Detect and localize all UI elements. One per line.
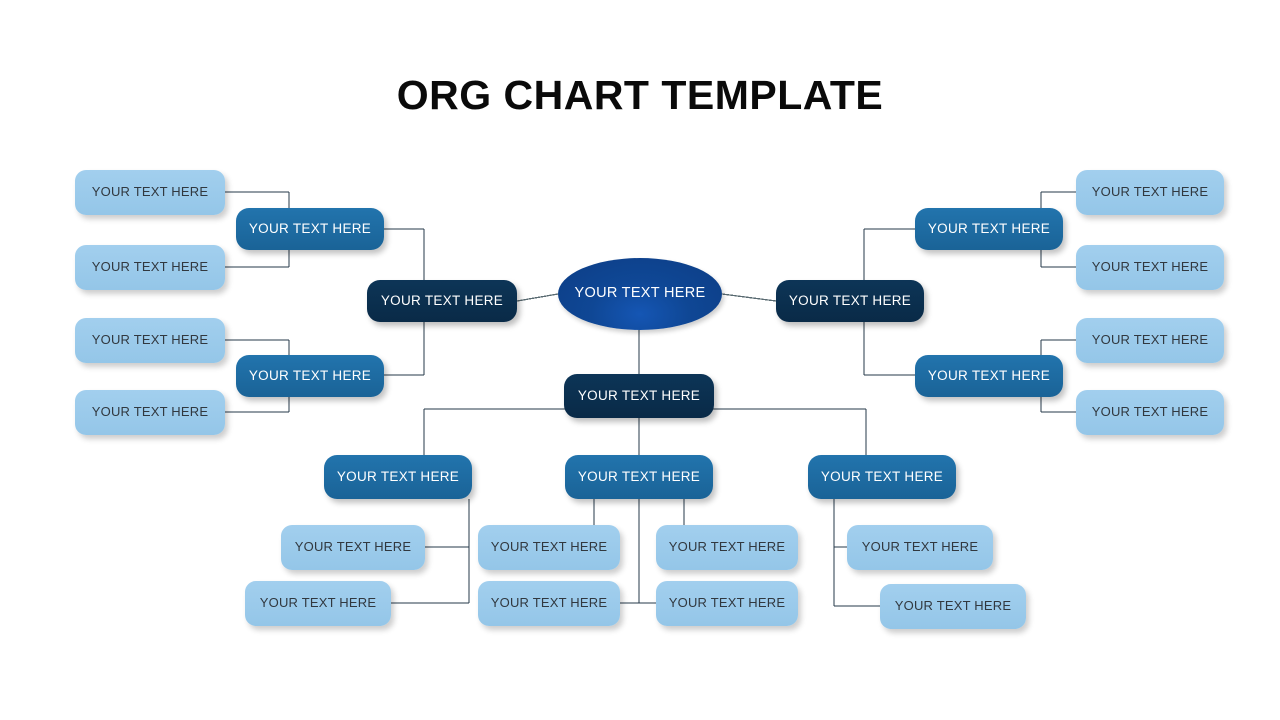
node-bottom-manager-label: YOUR TEXT HERE <box>577 387 701 403</box>
node-bottom-sub-left-label: YOUR TEXT HERE <box>336 468 460 484</box>
node-bottom-left-leaf-1[interactable]: YOUR TEXT HERE <box>281 525 425 570</box>
node-left-leaf-3[interactable]: YOUR TEXT HERE <box>75 318 225 363</box>
node-bottom-right-leaf-1-label: YOUR TEXT HERE <box>861 539 979 555</box>
node-left-sub-top-label: YOUR TEXT HERE <box>248 220 372 236</box>
node-right-leaf-3[interactable]: YOUR TEXT HERE <box>1076 318 1224 363</box>
node-left-leaf-2-label: YOUR TEXT HERE <box>91 259 209 275</box>
node-right-leaf-4-label: YOUR TEXT HERE <box>1091 404 1209 420</box>
node-right-leaf-2[interactable]: YOUR TEXT HERE <box>1076 245 1224 290</box>
node-bottom-sub-right-label: YOUR TEXT HERE <box>820 468 944 484</box>
node-bottom-center-leaf-1[interactable]: YOUR TEXT HERE <box>478 525 620 570</box>
node-right-leaf-4[interactable]: YOUR TEXT HERE <box>1076 390 1224 435</box>
node-bottom-left-leaf-2[interactable]: YOUR TEXT HERE <box>245 581 391 626</box>
node-bottom-center-leaf-2[interactable]: YOUR TEXT HERE <box>656 525 798 570</box>
node-left-sub-bottom-label: YOUR TEXT HERE <box>248 367 372 383</box>
node-left-leaf-1-label: YOUR TEXT HERE <box>91 184 209 200</box>
node-right-sub-top-label: YOUR TEXT HERE <box>927 220 1051 236</box>
node-left-sub-bottom[interactable]: YOUR TEXT HERE <box>236 355 384 397</box>
node-root-label: YOUR TEXT HERE <box>574 285 706 302</box>
node-right-sub-bottom[interactable]: YOUR TEXT HERE <box>915 355 1063 397</box>
node-bottom-right-leaf-1[interactable]: YOUR TEXT HERE <box>847 525 993 570</box>
node-right-manager-label: YOUR TEXT HERE <box>788 292 912 308</box>
node-right-leaf-3-label: YOUR TEXT HERE <box>1091 332 1209 348</box>
node-left-manager[interactable]: YOUR TEXT HERE <box>367 280 517 322</box>
node-bottom-right-leaf-2[interactable]: YOUR TEXT HERE <box>880 584 1026 629</box>
node-left-leaf-3-label: YOUR TEXT HERE <box>91 332 209 348</box>
node-right-sub-top[interactable]: YOUR TEXT HERE <box>915 208 1063 250</box>
node-root[interactable]: YOUR TEXT HERE <box>558 258 722 330</box>
node-right-sub-bottom-label: YOUR TEXT HERE <box>927 367 1051 383</box>
node-left-leaf-4[interactable]: YOUR TEXT HERE <box>75 390 225 435</box>
node-right-leaf-2-label: YOUR TEXT HERE <box>1091 259 1209 275</box>
node-left-manager-label: YOUR TEXT HERE <box>380 292 504 308</box>
node-left-sub-top[interactable]: YOUR TEXT HERE <box>236 208 384 250</box>
node-bottom-center-leaf-3[interactable]: YOUR TEXT HERE <box>478 581 620 626</box>
node-bottom-center-leaf-2-label: YOUR TEXT HERE <box>668 539 786 555</box>
node-right-leaf-1-label: YOUR TEXT HERE <box>1091 184 1209 200</box>
node-bottom-manager[interactable]: YOUR TEXT HERE <box>564 374 714 418</box>
node-bottom-center-leaf-4-label: YOUR TEXT HERE <box>668 595 786 611</box>
node-left-leaf-2[interactable]: YOUR TEXT HERE <box>75 245 225 290</box>
node-bottom-center-leaf-1-label: YOUR TEXT HERE <box>490 539 608 555</box>
node-left-leaf-1[interactable]: YOUR TEXT HERE <box>75 170 225 215</box>
node-left-leaf-4-label: YOUR TEXT HERE <box>91 404 209 420</box>
node-bottom-sub-center[interactable]: YOUR TEXT HERE <box>565 455 713 499</box>
node-bottom-center-leaf-4[interactable]: YOUR TEXT HERE <box>656 581 798 626</box>
page-title: ORG CHART TEMPLATE <box>396 72 884 118</box>
node-bottom-left-leaf-2-label: YOUR TEXT HERE <box>259 595 377 611</box>
node-bottom-sub-left[interactable]: YOUR TEXT HERE <box>324 455 472 499</box>
org-chart-canvas: ORG CHART TEMPLATE YOUR TEXT HERE YOUR T… <box>0 0 1280 720</box>
node-right-leaf-1[interactable]: YOUR TEXT HERE <box>1076 170 1224 215</box>
node-right-manager[interactable]: YOUR TEXT HERE <box>776 280 924 322</box>
node-bottom-right-leaf-2-label: YOUR TEXT HERE <box>894 598 1012 614</box>
node-bottom-sub-center-label: YOUR TEXT HERE <box>577 468 701 484</box>
node-bottom-left-leaf-1-label: YOUR TEXT HERE <box>294 539 412 555</box>
node-bottom-center-leaf-3-label: YOUR TEXT HERE <box>490 595 608 611</box>
node-bottom-sub-right[interactable]: YOUR TEXT HERE <box>808 455 956 499</box>
